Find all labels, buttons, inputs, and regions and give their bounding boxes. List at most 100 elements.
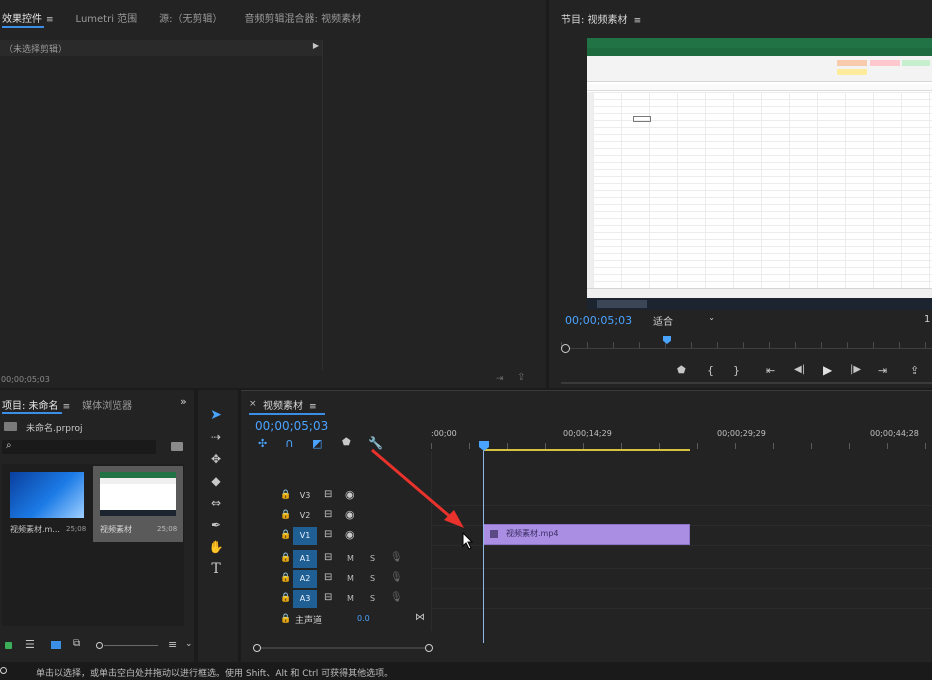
work-area-bar[interactable] xyxy=(483,449,690,451)
timeline-scrollbar[interactable] xyxy=(253,644,433,652)
tab-media-browser[interactable]: 媒体浏览器 xyxy=(82,397,132,412)
icon-view-icon[interactable] xyxy=(51,641,61,649)
play-only-audio-icon[interactable]: ⇥ xyxy=(496,374,504,384)
export-icon[interactable]: ⇪ xyxy=(517,372,525,383)
microphone-icon[interactable]: 🎙 xyxy=(390,592,403,603)
mark-in-icon[interactable]: { xyxy=(707,364,714,377)
lock-icon[interactable]: 🔒 xyxy=(280,573,291,583)
lock-icon[interactable]: 🔒 xyxy=(280,530,291,540)
lock-icon[interactable]: 🔒 xyxy=(280,614,291,624)
track-lane-v3[interactable] xyxy=(431,486,932,506)
step-back-icon[interactable]: ◀| xyxy=(794,364,805,375)
track-lane-v1[interactable]: 视频素材.mp4 xyxy=(431,524,932,546)
eye-icon[interactable]: ◉ xyxy=(345,508,355,521)
solo-button[interactable]: S xyxy=(370,574,375,583)
scrubber-start-handle[interactable] xyxy=(561,344,570,353)
menu-icon[interactable]: ≡ xyxy=(46,15,54,25)
lock-icon[interactable]: 🔒 xyxy=(280,553,291,563)
track-name-a2[interactable]: A2 xyxy=(293,570,317,588)
track-name-v2[interactable]: V2 xyxy=(293,507,317,525)
lock-icon[interactable] xyxy=(5,642,12,649)
add-marker-icon[interactable]: ⬟ xyxy=(677,365,686,376)
ripple-edit-tool-icon[interactable]: ✥ xyxy=(207,450,225,468)
type-tool-icon[interactable]: T xyxy=(207,560,225,578)
track-name-v3[interactable]: V3 xyxy=(293,487,317,505)
microphone-icon[interactable]: 🎙 xyxy=(390,572,403,583)
timeline-ruler[interactable]: :00;00 00;00;14;29 00;00;29;29 00;00;44;… xyxy=(431,421,932,451)
track-lane-a3[interactable] xyxy=(431,589,932,609)
sync-lock-icon[interactable]: ⊟ xyxy=(324,592,332,603)
microphone-icon[interactable]: 🎙 xyxy=(390,552,403,563)
sync-lock-icon[interactable]: ⊟ xyxy=(324,572,332,583)
go-to-end-icon[interactable]: ⋈ xyxy=(415,612,425,623)
eye-icon[interactable]: ◉ xyxy=(345,528,355,541)
project-item-selected[interactable]: 视频素材 25;08 xyxy=(93,466,183,542)
new-bin-icon[interactable] xyxy=(171,442,183,451)
tab-lumetri-scopes[interactable]: Lumetri 范围 xyxy=(76,10,138,25)
track-lane-master[interactable] xyxy=(431,610,932,630)
track-select-tool-icon[interactable]: ⇢ xyxy=(207,428,225,446)
zoom-slider[interactable] xyxy=(96,642,158,649)
tab-effects-controls[interactable]: 效果控件 ≡ xyxy=(2,10,54,25)
track-name-v1[interactable]: V1 xyxy=(293,527,317,545)
item-duration: 25;08 xyxy=(157,525,178,533)
menu-icon[interactable]: ≡ xyxy=(634,16,642,26)
step-forward-icon[interactable]: |▶ xyxy=(850,364,861,375)
tab-audio-clip-mixer[interactable]: 音频剪辑混合器: 视频素材 xyxy=(245,10,362,25)
go-to-in-icon[interactable]: ⇤ xyxy=(766,364,775,377)
track-lane-v2[interactable] xyxy=(431,506,932,526)
sort-icon[interactable]: ≡ xyxy=(168,638,177,651)
slip-tool-icon[interactable]: ⇔ xyxy=(207,494,225,512)
lock-icon[interactable]: 🔒 xyxy=(280,490,291,500)
mute-button[interactable]: M xyxy=(347,554,354,563)
tab-project[interactable]: 项目: 未命名 ≡ xyxy=(2,397,70,412)
hand-tool-icon[interactable]: ✋ xyxy=(207,538,225,556)
snap-magnet-icon[interactable]: ∩ xyxy=(285,436,294,450)
razor-tool-icon[interactable]: ◆ xyxy=(207,472,225,490)
menu-icon[interactable]: ≡ xyxy=(63,402,71,412)
lock-icon[interactable]: 🔒 xyxy=(280,510,291,520)
sync-lock-icon[interactable]: ⊟ xyxy=(324,552,332,563)
insert-sequence-icon[interactable]: ✣ xyxy=(258,437,267,450)
tab-source[interactable]: 源:（无剪辑） xyxy=(159,10,222,25)
close-icon[interactable]: × xyxy=(249,399,257,409)
video-clip[interactable]: 视频素材.mp4 xyxy=(483,524,690,545)
go-to-out-icon[interactable]: ⇥ xyxy=(878,364,887,377)
mute-button[interactable]: M xyxy=(347,574,354,583)
track-lane-a2[interactable] xyxy=(431,569,932,589)
chevron-down-icon[interactable]: ⌄ xyxy=(185,639,193,649)
sync-lock-icon[interactable]: ⊟ xyxy=(324,509,332,520)
play-icon[interactable]: ▶ xyxy=(823,363,832,377)
panel-overflow-icon[interactable]: » xyxy=(180,395,187,408)
program-timecode[interactable]: 00;00;05;03 xyxy=(565,314,632,327)
track-name-a3[interactable]: A3 xyxy=(293,590,317,608)
timeline-playhead-line[interactable] xyxy=(483,451,484,643)
solo-button[interactable]: S xyxy=(370,554,375,563)
mute-button[interactable]: M xyxy=(347,594,354,603)
lift-icon[interactable]: ⇪ xyxy=(910,364,919,377)
track-lane-a1[interactable] xyxy=(431,549,932,569)
solo-button[interactable]: S xyxy=(370,594,375,603)
menu-icon[interactable]: ≡ xyxy=(309,402,317,412)
program-scrollbar[interactable] xyxy=(561,382,932,384)
program-scrubber[interactable] xyxy=(561,336,932,356)
freeform-view-icon[interactable]: ⧉ xyxy=(73,638,80,649)
lock-icon[interactable]: 🔒 xyxy=(280,593,291,603)
sync-lock-icon[interactable]: ⊟ xyxy=(324,489,332,500)
master-value[interactable]: 0.0 xyxy=(357,614,370,623)
list-view-icon[interactable]: ☰ xyxy=(25,638,35,651)
mark-out-icon[interactable]: } xyxy=(733,364,740,377)
search-input[interactable]: ⌕ xyxy=(2,440,156,454)
timeline-timecode[interactable]: 00;00;05;03 xyxy=(255,419,328,433)
quality-label[interactable]: 1 xyxy=(924,314,930,325)
add-marker-icon[interactable]: ⬟ xyxy=(342,437,351,448)
pen-tool-icon[interactable]: ✒ xyxy=(207,516,225,534)
track-name-a1[interactable]: A1 xyxy=(293,550,317,568)
sync-lock-icon[interactable]: ⊟ xyxy=(324,529,332,540)
selection-tool-icon[interactable]: ➤ xyxy=(207,406,225,424)
eye-icon[interactable]: ◉ xyxy=(345,488,355,501)
project-item[interactable]: 视频素材.m... 25;08 xyxy=(6,466,88,542)
linked-selection-icon[interactable]: ◩ xyxy=(312,437,322,450)
fit-dropdown[interactable]: 适合 ⌄ xyxy=(653,313,717,328)
expand-arrow-icon[interactable]: ▶ xyxy=(313,41,319,50)
